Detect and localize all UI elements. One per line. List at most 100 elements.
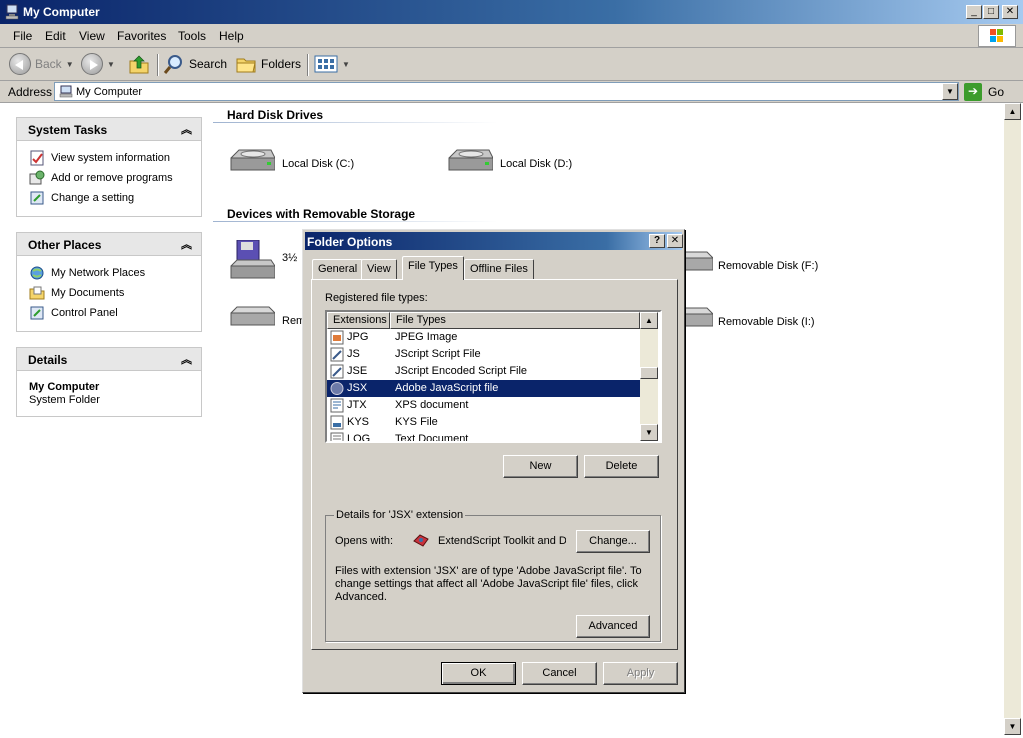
address-input[interactable]: My Computer ▼ [54,82,959,101]
address-dropdown-icon[interactable]: ▼ [942,83,958,100]
views-dropdown-icon[interactable]: ▼ [342,60,350,69]
dialog-close-button[interactable]: ✕ [667,234,683,248]
drive-floppy[interactable]: 3½ [229,240,309,280]
list-item[interactable]: JPG JPEG Image [327,329,640,346]
collapse-chevron-icon[interactable]: ︽ [181,121,192,137]
drive-local-c[interactable]: Local Disk (C:) [229,146,429,186]
views-button[interactable]: ▼ [314,52,350,76]
close-button[interactable]: ✕ [1002,5,1018,19]
menu-view[interactable]: View [79,29,105,43]
search-icon [163,55,182,74]
task-change-setting[interactable]: Change a setting [17,188,201,208]
scroll-up-icon[interactable]: ▲ [1004,103,1021,120]
drive-removable-f[interactable]: Removable Disk (F:) [667,248,867,288]
details-name: My Computer [29,381,100,393]
file-types-list[interactable]: Extensions File Types JPG JPEG Image JS … [325,310,662,443]
advanced-button[interactable]: Advanced [576,615,650,638]
scroll-down-icon[interactable]: ▼ [1004,718,1021,735]
collapse-chevron-icon[interactable]: ︽ [181,236,192,252]
delete-button[interactable]: Delete [584,455,659,478]
my-computer-icon [5,4,19,20]
details-group: Details for 'JSX' extension Opens with: … [325,509,661,642]
collapse-chevron-icon[interactable]: ︽ [181,351,192,367]
extendscript-file-icon [330,382,344,395]
list-item[interactable]: LOG Text Document [327,431,640,441]
go-button[interactable]: ➔ Go [964,82,1004,102]
address-bar: Address My Computer ▼ ➔ Go [0,81,1023,103]
dialog-titlebar[interactable]: Folder Options ? ✕ [305,232,683,250]
back-arrow-icon [9,53,31,75]
address-value: My Computer [76,86,143,98]
tab-file-types[interactable]: File Types [402,256,464,280]
details-type: System Folder [29,394,100,406]
task-add-remove-programs[interactable]: Add or remove programs [17,168,201,188]
place-control-panel[interactable]: Control Panel [17,303,201,323]
drive-removable-i[interactable]: Removable Disk (I:) [667,304,867,344]
task-view-system-information[interactable]: View system information [17,148,201,168]
ok-button[interactable]: OK [441,662,516,685]
search-button[interactable]: Search [163,52,227,76]
toolbar-separator [307,54,309,76]
list-scrollbar[interactable]: ▲ ▼ [640,312,658,441]
list-item[interactable]: JS JScript Script File [327,346,640,363]
menu-favorites[interactable]: Favorites [117,29,166,43]
tab-offline-files[interactable]: Offline Files [464,259,534,279]
place-my-network-places[interactable]: My Network Places [17,263,201,283]
details-header[interactable]: Details ︽ [17,348,201,371]
network-places-icon [30,266,44,280]
folders-button[interactable]: Folders [235,52,301,76]
cancel-button[interactable]: Cancel [522,662,597,685]
list-item[interactable]: JSE JScript Encoded Script File [327,363,640,380]
script-file-icon [330,347,344,362]
forward-dropdown-icon[interactable]: ▼ [107,60,115,69]
menu-edit[interactable]: Edit [45,29,66,43]
place-my-documents[interactable]: My Documents [17,283,201,303]
tab-general[interactable]: General [312,259,364,279]
generic-file-icon [330,415,344,430]
column-header-extensions[interactable]: Extensions [327,312,390,329]
floppy-drive-icon [230,240,275,279]
menu-file[interactable]: File [13,29,32,43]
forward-button[interactable]: ▼ [81,52,115,76]
column-header-file-types[interactable]: File Types [390,312,640,329]
removable-disk-icon [230,306,275,326]
windows-logo [978,25,1016,47]
window-titlebar[interactable]: My Computer _ □ ✕ [0,0,1023,24]
section-hard-disk-drives: Hard Disk Drives [227,108,324,122]
folder-options-dialog: Folder Options ? ✕ General View File Typ… [302,229,685,693]
section-divider [213,221,498,222]
control-panel-icon [30,191,44,205]
drive-local-d[interactable]: Local Disk (D:) [447,146,647,186]
toolbar: Back ▼ ▼ Search Folders ▼ [0,48,1023,81]
new-button[interactable]: New [503,455,578,478]
vertical-scrollbar[interactable]: ▲ ▼ [1004,103,1021,735]
tab-view[interactable]: View [361,259,397,279]
list-item[interactable]: KYS KYS File [327,414,640,431]
help-button[interactable]: ? [649,234,665,248]
change-button[interactable]: Change... [576,530,650,553]
back-button[interactable]: Back ▼ [9,52,74,76]
list-item-selected[interactable]: JSX Adobe JavaScript file [327,380,640,397]
folders-icon [236,58,256,73]
scroll-thumb[interactable] [640,367,658,379]
registered-types-label: Registered file types: [325,292,428,304]
menu-tools[interactable]: Tools [178,29,206,43]
opens-with-app: ExtendScript Toolkit and D [438,535,566,547]
scroll-up-icon[interactable]: ▲ [640,312,658,329]
other-places-header[interactable]: Other Places ︽ [17,233,201,256]
windows-flag-icon [990,29,1003,42]
script-file-icon [330,364,344,379]
apply-button[interactable]: Apply [603,662,678,685]
system-tasks-header[interactable]: System Tasks ︽ [17,118,201,141]
up-folder-button[interactable] [128,52,150,76]
maximize-button[interactable]: □ [983,5,999,19]
views-icon [314,55,338,73]
menu-bar: File Edit View Favorites Tools Help [0,24,1023,48]
list-item[interactable]: JTX XPS document [327,397,640,414]
system-info-icon [30,150,44,166]
back-dropdown-icon[interactable]: ▼ [66,60,74,69]
scroll-down-icon[interactable]: ▼ [640,424,658,441]
menu-help[interactable]: Help [219,29,244,43]
drive-removable[interactable]: Rem [229,303,309,343]
minimize-button[interactable]: _ [966,5,982,19]
